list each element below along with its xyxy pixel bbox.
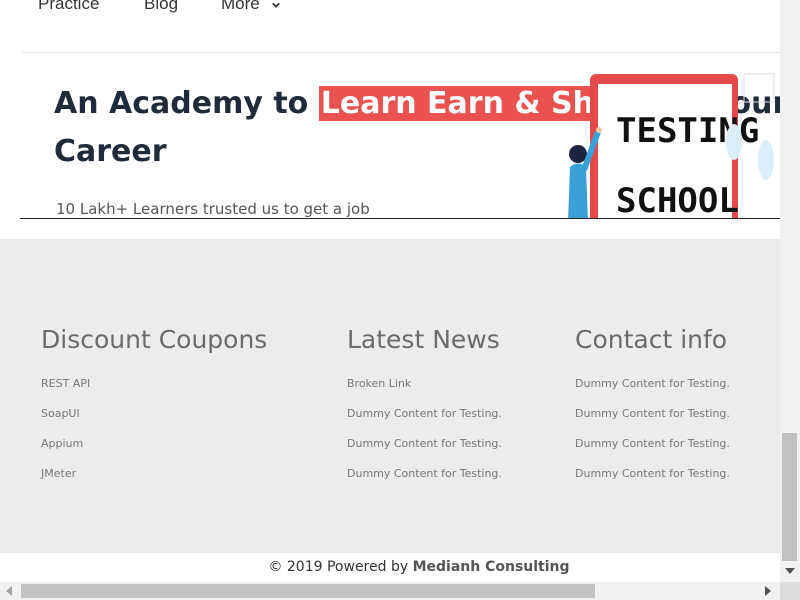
page-viewport: Practice Blog More An Academy to Learn E… — [0, 0, 780, 582]
chevron-down-icon — [272, 2, 281, 8]
footer-link-dummy-content[interactable]: Dummy Content for Testing. — [575, 369, 730, 399]
footer-column-latest-news: Latest News Broken Link Dummy Content fo… — [347, 323, 502, 489]
hero-title-part-1: An Academy to — [54, 86, 319, 121]
board-text-school: SCHOOL — [616, 181, 739, 219]
footer-link-rest-api[interactable]: REST API — [41, 369, 267, 399]
footer-link-dummy-content[interactable]: Dummy Content for Testing. — [575, 429, 730, 459]
scroll-right-arrow-icon[interactable] — [765, 586, 771, 596]
nav-item-more-label: More — [221, 0, 260, 13]
top-nav: Practice Blog More — [22, 0, 780, 53]
copyright-bar: © 2019 Powered by Medianh Consulting — [0, 553, 780, 581]
footer-link-dummy-content[interactable]: Dummy Content for Testing. — [347, 429, 502, 459]
horizontal-scrollbar[interactable] — [0, 582, 780, 600]
footer-column-title: Discount Coupons — [41, 325, 268, 354]
footer-column-title: Contact info — [575, 325, 728, 354]
footer-column-contact-info: Contact info Dummy Content for Testing. … — [575, 323, 730, 489]
hero-title-line-2: Career — [54, 134, 167, 169]
vertical-scrollbar[interactable] — [780, 0, 800, 582]
nav-item-more[interactable]: More — [221, 0, 281, 14]
footer-link-dummy-content[interactable]: Dummy Content for Testing. — [347, 399, 502, 429]
footer-link-appium[interactable]: Appium — [41, 429, 267, 459]
nav-item-blog[interactable]: Blog — [144, 0, 178, 14]
scroll-down-arrow-icon[interactable] — [785, 568, 795, 574]
copyright-brand-link[interactable]: Medianh Consulting — [413, 559, 570, 575]
footer-link-dummy-content[interactable]: Dummy Content for Testing. — [575, 459, 730, 489]
scrollbar-corner — [780, 582, 800, 600]
footer-column-title: Latest News — [347, 325, 500, 354]
footer: Discount Coupons REST API SoapUI Appium … — [0, 239, 780, 553]
scroll-left-arrow-icon[interactable] — [6, 586, 12, 596]
nav-item-practice[interactable]: Practice — [38, 0, 99, 14]
vertical-scrollbar-thumb[interactable] — [782, 433, 797, 561]
footer-link-broken-link[interactable]: Broken Link — [347, 369, 502, 399]
copyright-text: © 2019 Powered by — [268, 559, 413, 575]
footer-link-dummy-content[interactable]: Dummy Content for Testing. — [575, 399, 730, 429]
footer-link-dummy-content[interactable]: Dummy Content for Testing. — [347, 459, 502, 489]
hero-section: An Academy to Learn Earn & Shine in your… — [20, 52, 780, 219]
footer-link-soapui[interactable]: SoapUI — [41, 399, 267, 429]
footer-link-jmeter[interactable]: JMeter — [41, 459, 267, 489]
footer-column-discount-coupons: Discount Coupons REST API SoapUI Appium … — [41, 323, 267, 489]
hero-subtitle: 10 Lakh+ Learners trusted us to get a jo… — [56, 200, 370, 218]
horizontal-scrollbar-thumb[interactable] — [21, 584, 595, 598]
testing-school-illustration: TESTING SCHOOL — [568, 73, 775, 219]
